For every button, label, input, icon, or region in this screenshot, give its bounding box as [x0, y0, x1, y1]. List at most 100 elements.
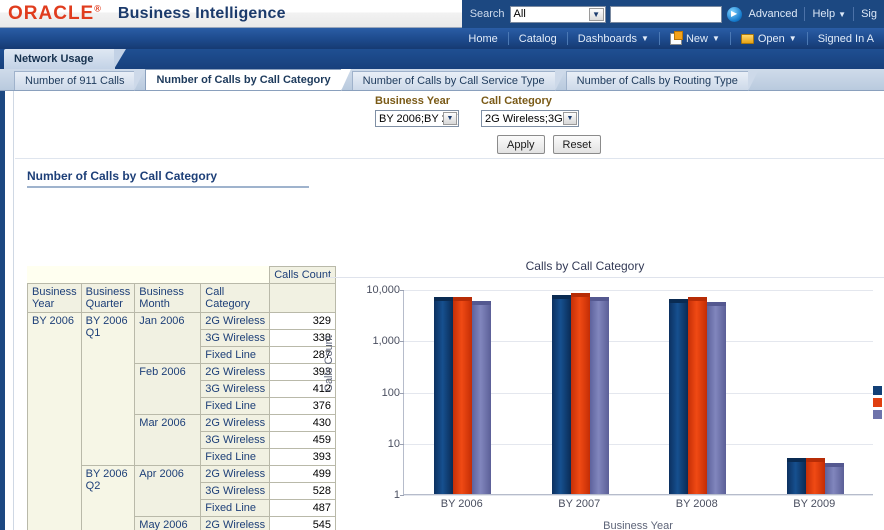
chart-gridline [404, 495, 873, 496]
nav-dashboards[interactable]: Dashboards ▼ [568, 33, 659, 45]
chart-bar[interactable] [707, 301, 727, 494]
chart-bar[interactable] [434, 297, 454, 494]
chart-y-tick-label: 1 [393, 489, 400, 501]
cell-call-category: 2G Wireless [200, 516, 271, 530]
cell-call-category: Fixed Line [200, 499, 271, 517]
chart-x-tick-label: BY 2006 [440, 498, 483, 510]
column-header-business-month[interactable]: Business Month [134, 283, 202, 313]
search-scope-select[interactable]: All ▼ [509, 5, 606, 23]
chart-legend-item[interactable]: 2G Wirele [873, 385, 884, 396]
nav-signed-in-as[interactable]: Signed In A [808, 33, 884, 45]
pivot-header-row: Business Year Business Quarter Business Mo… [27, 283, 337, 313]
column-header-business-quarter[interactable]: Business Quarter [80, 283, 136, 313]
column-header-call-category[interactable]: Call Category [200, 283, 271, 313]
dashboard-content: Business Year BY 2006;BY 20( ▼ Call Cate… [0, 91, 884, 530]
advanced-link[interactable]: Advanced [742, 8, 805, 20]
cell-call-category: 2G Wireless [200, 414, 271, 432]
help-menu[interactable]: Help ▼ [805, 8, 853, 20]
new-document-icon [669, 30, 683, 45]
nav-catalog[interactable]: Catalog [509, 33, 567, 45]
chart-y-tickmark [400, 290, 404, 291]
chart-x-tick-label: BY 2007 [558, 498, 601, 510]
prompt-business-year-label: Business Year [375, 95, 451, 107]
chart-bar[interactable] [589, 297, 609, 494]
chart-bar[interactable] [453, 297, 473, 494]
nav-home[interactable]: Home [458, 33, 507, 45]
chart-bar-cap [786, 458, 806, 463]
cell-call-category: 2G Wireless [200, 363, 271, 381]
search-scope-value: All [513, 8, 526, 20]
call-category-select[interactable]: 2G Wireless;3G W ▼ [481, 110, 579, 127]
chart-y-tick-label: 100 [381, 386, 400, 399]
chart-legend-item[interactable]: 3G Wirele [873, 397, 884, 408]
chart-bar-cap [472, 300, 492, 305]
chart-bar[interactable] [551, 295, 571, 494]
signout-link[interactable]: Sig [854, 8, 884, 20]
chart-bar-cap [805, 458, 825, 463]
chart-bar[interactable] [824, 463, 844, 494]
cell-month: Jan 2006 [134, 312, 202, 364]
chart-bar[interactable] [570, 292, 590, 494]
tab-number-of-911-calls[interactable]: Number of 911 Calls [14, 71, 145, 91]
chart-x-tick-label: BY 2009 [793, 498, 836, 510]
tab-number-of-calls-by-call-category[interactable]: Number of Calls by Call Category [145, 69, 351, 91]
chevron-down-icon: ▼ [641, 34, 649, 43]
chart-bar-cap [824, 463, 844, 468]
chart-bar-group [434, 297, 492, 494]
oracle-bi-page: ORACLE® Business Intelligence Search All… [0, 0, 884, 530]
tab-number-of-calls-by-call-service-type[interactable]: Number of Calls by Call Service Type [351, 71, 565, 91]
chart-container: Calls by Call Category Calls Count 1 10 10… [323, 259, 884, 530]
nav-new[interactable]: New ▼ [660, 30, 730, 45]
cell-month: Apr 2006 [134, 465, 202, 517]
chart-gridline [404, 290, 873, 291]
oracle-logo[interactable]: ORACLE® [0, 4, 102, 23]
chart-title: Calls by Call Category [525, 259, 645, 273]
business-year-select[interactable]: BY 2006;BY 20( ▼ [375, 110, 459, 127]
chart-bar[interactable] [805, 458, 825, 494]
search-label: Search [469, 8, 505, 20]
cell-quarter: BY 2006 Q1 [80, 312, 136, 466]
chevron-down-icon[interactable]: ▼ [563, 112, 577, 125]
cell-year: BY 2006 [27, 312, 82, 530]
prompt-panel: Business Year BY 2006;BY 20( ▼ Call Cate… [15, 91, 884, 159]
chevron-down-icon[interactable]: ▼ [588, 7, 604, 21]
chart-bar-cap [707, 301, 727, 306]
nav-open[interactable]: Open ▼ [731, 33, 807, 45]
chart-legend-item[interactable]: Fixed Lin [873, 409, 884, 420]
column-header-business-year[interactable]: Business Year [27, 283, 82, 313]
chart-y-tickmark [400, 341, 404, 343]
chart-bar-group [669, 297, 727, 494]
chart-y-tickmark [400, 392, 404, 394]
dashboard-tab-network-usage[interactable]: Network Usage [4, 49, 128, 69]
chart-bar-cap [570, 292, 590, 297]
cell-call-category: 3G Wireless [200, 431, 271, 449]
chart-bar-cap [453, 297, 473, 302]
prompt-call-category-label: Call Category [481, 95, 552, 107]
search-go-icon[interactable]: ▶ [726, 6, 742, 22]
chart-plot-area: Calls Count 1 10 100 1,000 10,000 Business Y… [323, 280, 884, 530]
chart-bar[interactable] [688, 297, 708, 494]
cell-call-category: 3G Wireless [200, 380, 271, 398]
reset-button[interactable]: Reset [552, 135, 602, 154]
chart-x-axis-label: Business Year [603, 520, 673, 530]
apply-button[interactable]: Apply [497, 135, 545, 154]
report-tabstrip: Number of 911 Calls Number of Calls by C… [0, 69, 884, 91]
chart-bar[interactable] [669, 299, 689, 494]
search-input[interactable] [609, 5, 722, 23]
chart-legend-swatch [873, 398, 882, 407]
chart-bar[interactable] [472, 300, 492, 494]
registered-mark-icon: ® [94, 3, 102, 14]
chart-legend: 2G Wirele3G WireleFixed Lin [873, 385, 884, 420]
chart-bar[interactable] [786, 458, 806, 494]
cell-month: May 2006 [134, 516, 202, 530]
folder-icon [740, 33, 754, 44]
cell-quarter: BY 2006 Q2 [80, 465, 136, 530]
chevron-down-icon[interactable]: ▼ [443, 112, 457, 125]
chart-bar-cap [669, 299, 689, 304]
left-rail [5, 91, 14, 530]
tab-number-of-calls-by-routing-type[interactable]: Number of Calls by Routing Type [565, 71, 759, 91]
pivot-table: Calls Count Business Year Business Quarter… [27, 266, 337, 530]
chart-y-axis-label: Calls Count [323, 335, 335, 392]
prompt-business-year: Business Year BY 2006;BY 20( ▼ [375, 95, 459, 127]
nav-dashboards-label: Dashboards [577, 32, 638, 45]
